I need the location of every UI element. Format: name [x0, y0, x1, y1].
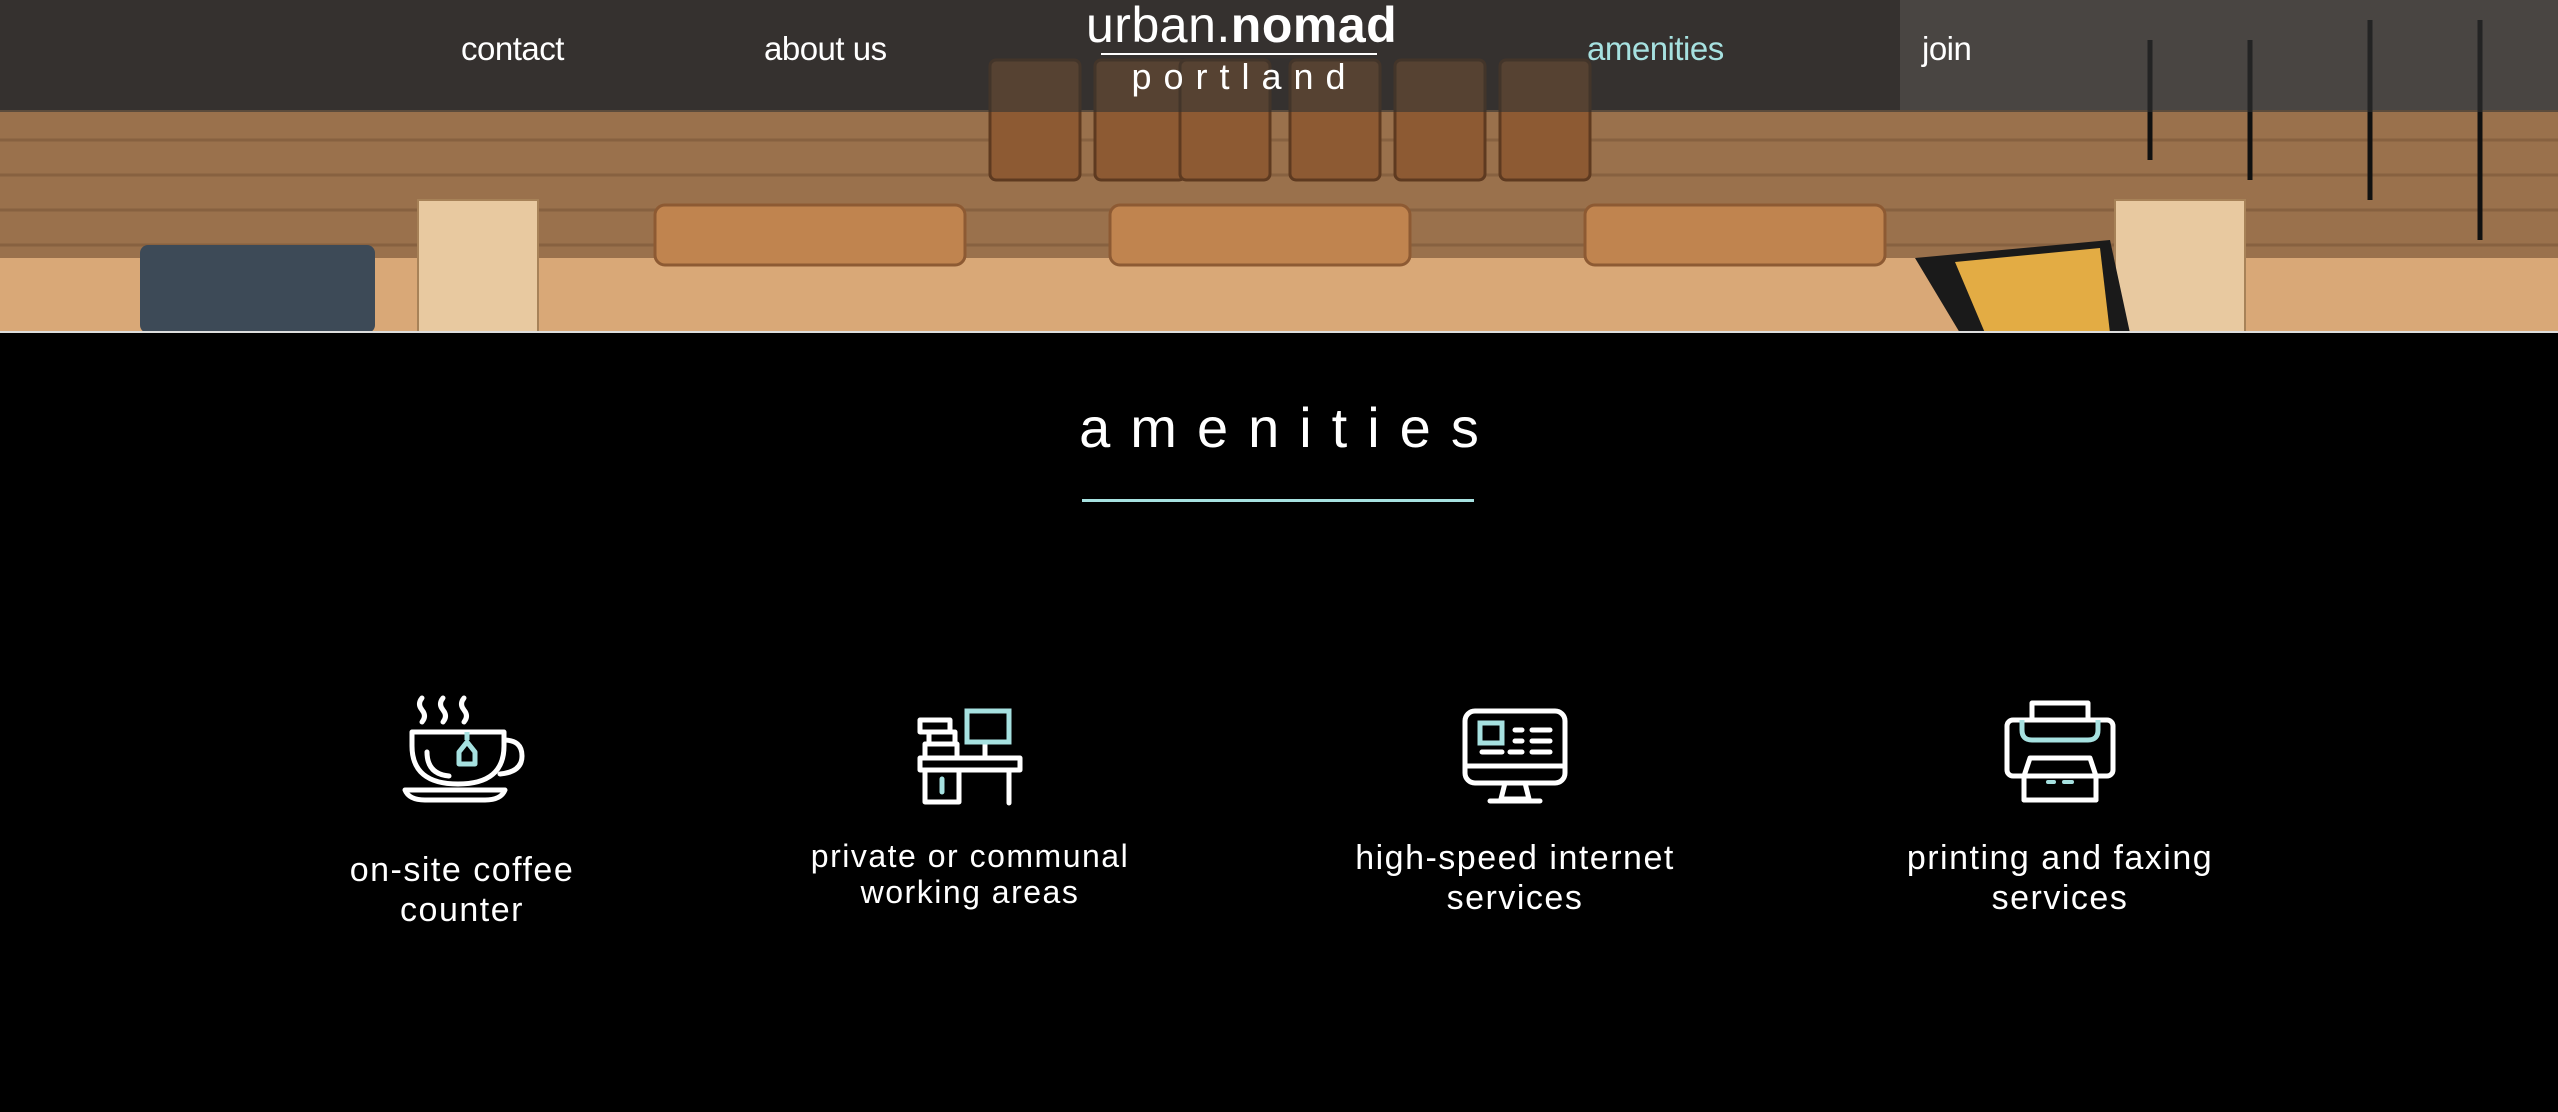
section-title: amenities — [1079, 396, 1499, 459]
hero-divider — [0, 331, 2558, 333]
amenity-label-line1: private or communal — [810, 838, 1130, 874]
amenity-label: high-speed internet services — [1305, 838, 1725, 918]
amenity-label: printing and faxing services — [1850, 838, 2270, 918]
amenity-label-line2: working areas — [860, 874, 1080, 910]
amenity-label-line1: high-speed internet — [1355, 839, 1675, 877]
amenity-label-line2: counter — [400, 891, 524, 929]
desk-workstation-icon — [917, 708, 1023, 806]
amenity-label-line1: printing and faxing — [1906, 839, 2214, 877]
logo-wordmark: urban.nomad — [1086, 0, 1397, 53]
title-underline — [1082, 499, 1474, 502]
site-logo[interactable]: urban.nomad portland — [1086, 0, 1397, 100]
amenity-coffee: on-site coffee counter — [252, 690, 672, 930]
printer-icon — [2004, 700, 2116, 803]
nav-amenities[interactable]: amenities — [1587, 30, 1724, 68]
amenity-label-line2: services — [1991, 879, 2129, 917]
logo-bold-text: nomad — [1230, 0, 1398, 53]
nav-contact[interactable]: contact — [461, 30, 564, 68]
coffee-cup-icon — [402, 695, 525, 803]
amenity-internet: high-speed internet services — [1305, 706, 1725, 918]
computer-monitor-icon — [1462, 708, 1568, 804]
nav-about-us[interactable]: about us — [764, 30, 887, 68]
logo-light-text: urban. — [1086, 0, 1231, 53]
top-nav: contact about us amenities join urban.no… — [0, 0, 2558, 112]
amenity-label-line1: on-site coffee — [349, 851, 575, 889]
amenity-label: private or communal working areas — [760, 838, 1180, 910]
logo-rule — [1100, 53, 1377, 55]
amenity-printing: printing and faxing services — [1850, 698, 2270, 918]
nav-join[interactable]: join — [1922, 30, 1972, 68]
amenity-label-line2: services — [1446, 879, 1584, 917]
logo-subtitle: portland — [1131, 56, 1358, 97]
amenity-label: on-site coffee counter — [252, 850, 672, 930]
amenity-working-areas: private or communal working areas — [760, 708, 1180, 910]
